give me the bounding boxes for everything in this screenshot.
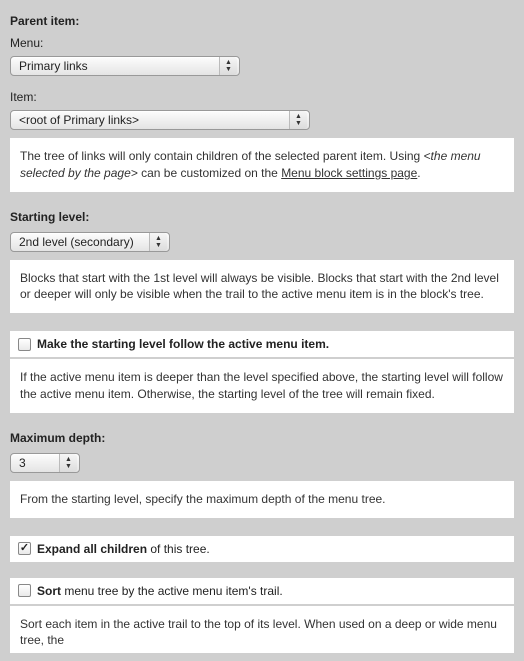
- menu-block-settings-link[interactable]: Menu block settings page: [281, 166, 417, 180]
- updown-icon: ▲▼: [149, 233, 167, 251]
- item-select-value: <root of Primary links>: [19, 113, 139, 127]
- updown-icon: ▲▼: [59, 454, 77, 472]
- starting-level-label: Starting level:: [10, 210, 514, 224]
- follow-active-row[interactable]: Make the starting level follow the activ…: [10, 331, 514, 357]
- follow-active-label: Make the starting level follow the activ…: [37, 337, 329, 351]
- expand-children-label: Expand all children of this tree.: [37, 542, 210, 556]
- updown-icon: ▲▼: [289, 111, 307, 129]
- max-depth-value: 3: [19, 456, 26, 470]
- expand-children-row[interactable]: Expand all children of this tree.: [10, 536, 514, 562]
- max-depth-label: Maximum depth:: [10, 431, 514, 445]
- follow-active-description: If the active menu item is deeper than t…: [10, 359, 514, 413]
- sort-row[interactable]: Sort menu tree by the active menu item's…: [10, 578, 514, 604]
- menu-select[interactable]: Primary links ▲▼: [10, 56, 240, 76]
- item-sublabel: Item:: [10, 90, 514, 104]
- updown-icon: ▲▼: [219, 57, 237, 75]
- starting-level-description: Blocks that start with the 1st level wil…: [10, 260, 514, 314]
- starting-level-value: 2nd level (secondary): [19, 235, 134, 249]
- sort-label: Sort menu tree by the active menu item's…: [37, 584, 283, 598]
- menu-select-value: Primary links: [19, 59, 88, 73]
- follow-active-checkbox[interactable]: [18, 338, 31, 351]
- parent-item-label: Parent item:: [10, 14, 514, 28]
- parent-item-description: The tree of links will only contain chil…: [10, 138, 514, 192]
- max-depth-description: From the starting level, specify the max…: [10, 481, 514, 518]
- item-select[interactable]: <root of Primary links> ▲▼: [10, 110, 310, 130]
- expand-children-checkbox[interactable]: [18, 542, 31, 555]
- starting-level-select[interactable]: 2nd level (secondary) ▲▼: [10, 232, 170, 252]
- menu-sublabel: Menu:: [10, 36, 514, 50]
- max-depth-select[interactable]: 3 ▲▼: [10, 453, 80, 473]
- sort-description: Sort each item in the active trail to th…: [10, 606, 514, 654]
- sort-checkbox[interactable]: [18, 584, 31, 597]
